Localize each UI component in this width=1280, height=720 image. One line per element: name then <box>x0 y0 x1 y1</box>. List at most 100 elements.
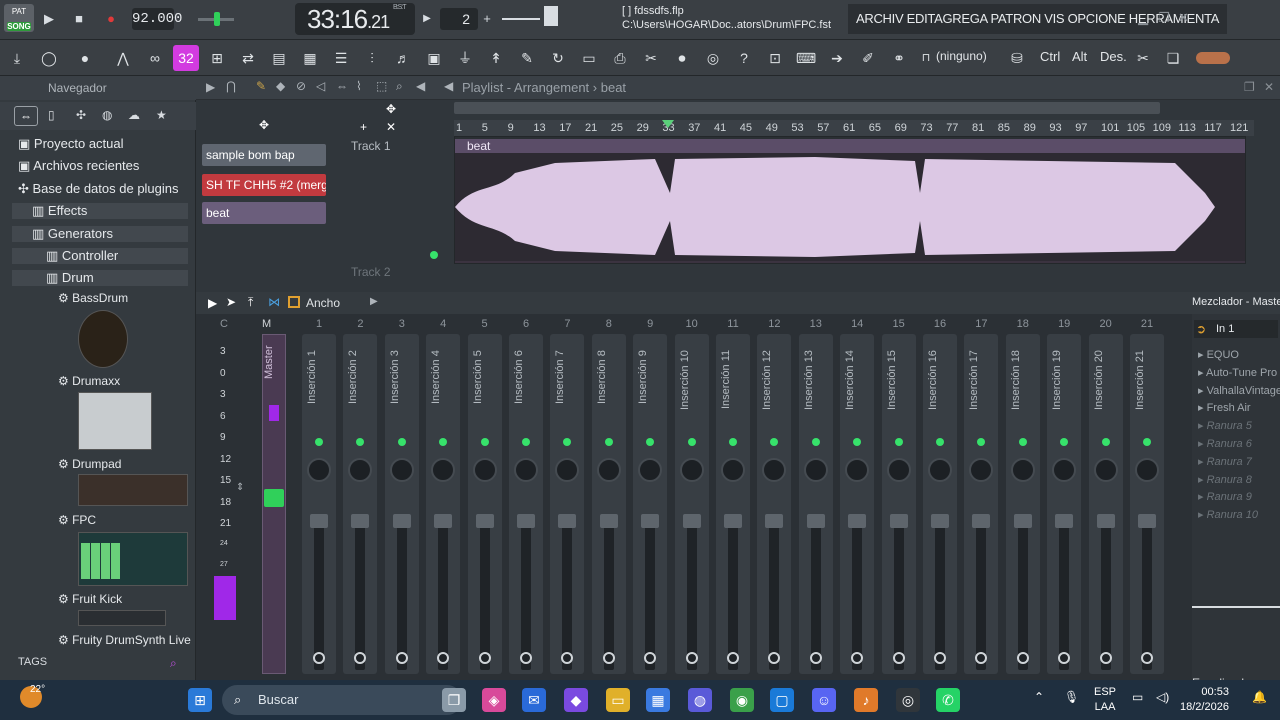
volume-fader-track[interactable] <box>603 520 614 670</box>
browser-item-generators[interactable]: ▥ Generators <box>12 226 188 242</box>
play-icon[interactable]: ▶ <box>38 8 60 30</box>
volume-fader-track[interactable] <box>396 520 407 670</box>
insert-enable-led[interactable] <box>811 438 820 446</box>
volume-fader-handle[interactable] <box>517 514 535 528</box>
slip-tool-icon[interactable]: ⇔ <box>336 79 348 93</box>
fx-slot[interactable]: ▸ ValhallaVintageVerb <box>1198 384 1280 397</box>
fx-slot[interactable]: ▸ Auto-Tune Pro <box>1198 366 1280 379</box>
insert-enable-led[interactable] <box>1018 438 1027 446</box>
insert-name[interactable]: Inserción 21 <box>1134 350 1160 430</box>
pan-knob[interactable] <box>1010 458 1035 482</box>
language-indicator[interactable]: ESP LAA <box>1094 685 1116 715</box>
pattern-length-button[interactable]: 32 <box>173 45 199 71</box>
window-icon[interactable]: ⊡ <box>762 45 788 71</box>
volume-fader-handle[interactable] <box>765 514 784 528</box>
mixer-insert-strip[interactable]: Inserción 17 <box>964 334 999 674</box>
select-tool-icon[interactable]: ⬚ <box>376 79 387 93</box>
insert-name[interactable]: Inserción 19 <box>1051 350 1077 430</box>
insert-enable-led[interactable] <box>646 438 655 446</box>
loop-record-icon[interactable]: ∞ <box>142 45 168 71</box>
insert-name[interactable]: Inserción 8 <box>596 350 622 430</box>
volume-fader-track[interactable] <box>686 520 697 670</box>
pan-knob[interactable] <box>1052 458 1077 482</box>
insert-name[interactable]: Inserción 13 <box>803 350 829 430</box>
insert-enable-led[interactable] <box>397 438 406 446</box>
mixer-insert-strip[interactable]: Inserción 6 <box>509 334 543 674</box>
volume-fader-track[interactable] <box>562 520 573 670</box>
input-selector[interactable]: In 1 <box>1194 320 1278 338</box>
picker-clip-beat[interactable]: beat <box>202 202 326 224</box>
add-pattern-icon[interactable]: + <box>476 8 498 30</box>
fx-slot[interactable]: ▸ EQUO <box>1198 348 1280 361</box>
brush-tool-icon[interactable]: ◆ <box>276 79 285 93</box>
arrow-icon[interactable]: ▶ <box>206 80 215 94</box>
volume-fader-handle[interactable] <box>682 514 701 528</box>
store-icon[interactable]: ▦ <box>646 688 670 712</box>
taskbar-search[interactable]: ⌕ Buscar <box>222 685 462 715</box>
drumaxx-thumbnail[interactable] <box>78 392 152 450</box>
insert-enable-led[interactable] <box>315 438 323 446</box>
notification-icon[interactable]: 🔔 <box>1252 690 1267 704</box>
volume-fader-handle[interactable] <box>1096 514 1115 528</box>
width-label[interactable]: Ancho <box>306 296 340 310</box>
pan-knob[interactable] <box>1093 458 1118 482</box>
mixer-insert-strip[interactable]: Inserción 15 <box>881 334 916 674</box>
audio-clip-beat[interactable]: beat <box>455 139 1245 263</box>
plugin-item-drumaxx[interactable]: ⚙ Drumaxx <box>58 374 120 388</box>
link-target-label[interactable]: (ninguno) <box>936 49 987 63</box>
insert-enable-led[interactable] <box>439 438 448 446</box>
zoom-tool-icon[interactable]: ⌕ <box>396 79 403 94</box>
picker-move-icon[interactable]: ✥ <box>202 118 326 138</box>
insert-name[interactable]: Inserción 16 <box>927 350 953 430</box>
pan-knob[interactable] <box>845 458 870 482</box>
ctrl-key[interactable]: Ctrl <box>1040 49 1060 64</box>
alt-key[interactable]: Alt <box>1072 49 1087 64</box>
pan-knob[interactable] <box>721 458 745 482</box>
browser-item-current-project[interactable]: ▣ Proyecto actual <box>18 136 124 152</box>
piano-roll-icon[interactable]: ♬ <box>390 45 416 71</box>
pan-knob[interactable] <box>307 458 331 482</box>
volume-fader-track[interactable] <box>810 520 821 670</box>
volume-fader-handle[interactable] <box>434 514 453 528</box>
insert-name[interactable]: Inserción 3 <box>389 350 415 430</box>
volume-fader-track[interactable] <box>1059 520 1070 670</box>
file-icon[interactable]: ▯ <box>48 108 55 122</box>
tray-chevron-icon[interactable]: ⌃ <box>1034 690 1044 704</box>
snap-line-icon[interactable] <box>502 18 540 20</box>
route-icon[interactable] <box>313 652 325 664</box>
pan-knob[interactable] <box>389 458 414 482</box>
mixer-view-icon[interactable] <box>288 296 300 308</box>
plugin-icon[interactable]: ⏚ <box>452 45 478 71</box>
chat-icon[interactable]: ◎ <box>700 45 726 71</box>
cloud-icon[interactable]: ☁ <box>128 108 140 122</box>
network-icon[interactable]: ▭ <box>1132 690 1143 704</box>
master-fader-handle[interactable] <box>264 489 284 507</box>
insert-enable-led[interactable] <box>1143 438 1151 446</box>
cut-tool-icon[interactable]: ✂ <box>1130 45 1156 71</box>
route-icon[interactable] <box>520 652 532 664</box>
insert-name[interactable]: Inserción 15 <box>886 350 912 430</box>
volume-fader-handle[interactable] <box>931 514 949 528</box>
mixer-insert-strip[interactable]: Inserción 11 <box>716 334 750 674</box>
outlook-icon[interactable]: ✉ <box>522 688 546 712</box>
browser-item-effects[interactable]: ▥ Effects <box>12 203 188 219</box>
mute-tool-icon[interactable]: ◁ <box>316 79 325 93</box>
mixer-route-icon[interactable]: ➤ <box>226 295 236 309</box>
pan-knob[interactable] <box>514 458 538 482</box>
insert-enable-led[interactable] <box>1101 438 1110 446</box>
insert-enable-led[interactable] <box>770 438 779 446</box>
fruit-kick-thumbnail[interactable] <box>78 610 166 626</box>
mixer-insert-strip[interactable]: Inserción 21 <box>1130 334 1164 674</box>
mixer-insert-strip[interactable]: Inserción 1 <box>302 334 336 674</box>
volume-fader-track[interactable] <box>1100 520 1111 670</box>
insert-enable-led[interactable] <box>1060 438 1069 446</box>
volume-fader-track[interactable] <box>852 520 863 670</box>
channel-rack-icon[interactable]: ☰ <box>328 45 354 71</box>
master-volume-handle[interactable] <box>214 12 220 26</box>
insert-enable-led[interactable] <box>604 438 613 446</box>
metronome-icon[interactable]: ⋀ <box>110 45 136 71</box>
microphone-icon[interactable]: ⏺ <box>669 45 695 71</box>
render-icon[interactable]: ⎙ <box>607 45 633 71</box>
pan-knob[interactable] <box>596 458 621 482</box>
route-icon[interactable] <box>602 652 615 664</box>
